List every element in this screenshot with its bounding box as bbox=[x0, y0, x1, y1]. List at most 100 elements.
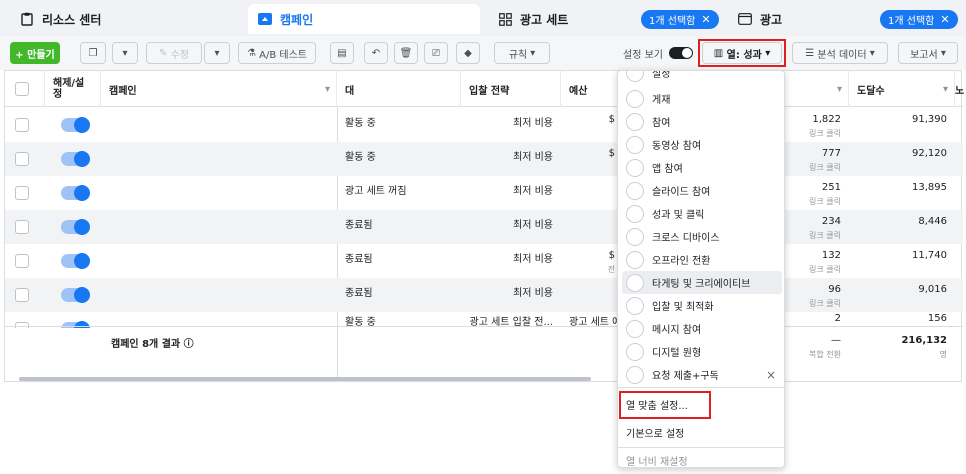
header-reach-label: 도달수 bbox=[857, 85, 885, 97]
horizontal-scrollbar[interactable] bbox=[19, 377, 591, 381]
footer-results: — 복합 전환 bbox=[791, 335, 849, 360]
header-delivery[interactable]: 대 bbox=[337, 71, 461, 107]
row-toggle[interactable] bbox=[61, 253, 90, 269]
close-icon[interactable]: ✕ bbox=[701, 13, 710, 26]
ab-test-label: A/B 테스트 bbox=[259, 49, 307, 61]
cell-budget: $ bbox=[608, 148, 615, 159]
menu-item-label: 오프라인 전환 bbox=[652, 256, 711, 267]
cell-reach: 9,016 bbox=[918, 284, 947, 295]
row-toggle[interactable] bbox=[61, 287, 90, 303]
tag-icon[interactable]: ◆ bbox=[456, 42, 480, 64]
reset-column-width-item[interactable]: 열 너비 재설정 bbox=[618, 449, 784, 468]
row-toggle[interactable] bbox=[61, 151, 90, 167]
toggle-switch[interactable] bbox=[668, 47, 693, 59]
reports-button[interactable]: 보고서 ▾ bbox=[898, 42, 958, 64]
radio-icon bbox=[626, 158, 644, 177]
table-row[interactable]: 종료됨 최저 비용 $ 전 132 링크 클릭 11,740 bbox=[5, 244, 963, 278]
clipboard-icon[interactable]: ▤ bbox=[330, 42, 354, 64]
cell-reach: 91,390 bbox=[912, 114, 947, 125]
menu-item-digital-circle[interactable]: 디지털 원형 bbox=[618, 340, 784, 363]
edit-button[interactable]: ✎ 수정 bbox=[146, 42, 202, 64]
cell-delivery: 종료됨 bbox=[345, 254, 373, 265]
header-results[interactable]: ▾ bbox=[791, 71, 849, 107]
trash-icon[interactable]: 🗑 bbox=[394, 42, 418, 64]
menu-item-partial[interactable]: 실정 bbox=[618, 71, 784, 84]
row-checkbox[interactable] bbox=[15, 288, 29, 302]
chevron-down-icon[interactable]: ▾ bbox=[112, 42, 138, 64]
sort-icon[interactable]: ▾ bbox=[943, 84, 948, 95]
menu-item-performance-clicks[interactable]: 성과 및 클릭 bbox=[618, 202, 784, 225]
table-row[interactable]: 종료됨 최저 비용 96 링크 클릭 9,016 bbox=[5, 278, 963, 312]
tab-label: 리소스 센터 bbox=[42, 12, 102, 27]
radio-icon bbox=[626, 365, 644, 384]
row-toggle[interactable] bbox=[61, 185, 90, 201]
row-toggle[interactable] bbox=[61, 117, 90, 133]
header-reach[interactable]: 도달수 ▾ bbox=[849, 71, 955, 107]
cell-reach: 92,120 bbox=[912, 148, 947, 159]
close-icon[interactable]: ✕ bbox=[940, 13, 949, 26]
select-all-checkbox[interactable] bbox=[15, 82, 29, 96]
menu-item-label: 앱 참여 bbox=[652, 164, 683, 175]
menu-item-app-engagement[interactable]: 앱 참여 bbox=[618, 156, 784, 179]
tab-resource-center[interactable]: 리소스 센터 bbox=[10, 4, 240, 34]
row-toggle[interactable] bbox=[61, 219, 90, 235]
result-sub: 링크 클릭 bbox=[809, 231, 841, 240]
row-checkbox[interactable] bbox=[15, 220, 29, 234]
header-bid-strategy[interactable]: 입찰 전략 bbox=[461, 71, 561, 107]
header-campaign-label: 캠페인 bbox=[109, 85, 137, 97]
preview-icon[interactable]: ⎚ bbox=[424, 42, 448, 64]
header-toggle[interactable]: 해제/설정 bbox=[45, 71, 101, 107]
header-budget[interactable]: 예산 bbox=[561, 71, 623, 107]
create-button[interactable]: + 만들기 bbox=[10, 42, 60, 64]
breakdown-button[interactable]: ☰ 분석 데이터 ▾ bbox=[792, 42, 888, 64]
duplicate-icon[interactable]: ❐ bbox=[80, 42, 106, 64]
radio-icon bbox=[626, 71, 644, 82]
row-checkbox[interactable] bbox=[15, 186, 29, 200]
set-as-default-item[interactable]: 기본으로 설정 bbox=[618, 421, 784, 443]
result-value: 777 bbox=[821, 148, 841, 159]
radio-icon bbox=[626, 296, 644, 315]
ad-set-selection-badge[interactable]: 1개 선택함 ✕ bbox=[641, 10, 719, 29]
sort-icon[interactable]: ▾ bbox=[325, 84, 330, 95]
row-checkbox[interactable] bbox=[15, 254, 29, 268]
radio-icon bbox=[626, 273, 644, 292]
info-icon[interactable]: ⓘ bbox=[184, 339, 194, 350]
rules-button[interactable]: 규칙 ▾ bbox=[494, 42, 550, 64]
cell-results: 132 링크 클릭 bbox=[791, 244, 849, 278]
result-value: 1,822 bbox=[812, 114, 841, 125]
radio-icon bbox=[626, 112, 644, 131]
table-row[interactable]: 활동 중 최저 비용 $ 777 링크 클릭 92,120 bbox=[5, 142, 963, 176]
menu-item-submit-subscribe[interactable]: 요청 제출+구독 × bbox=[618, 363, 784, 386]
table-row[interactable]: 종료됨 최저 비용 234 링크 클릭 8,446 bbox=[5, 210, 963, 244]
menu-item-messaging-engagement[interactable]: 메시지 참여 bbox=[618, 317, 784, 340]
menu-item-carousel-engagement[interactable]: 슬라이드 참여 bbox=[618, 179, 784, 202]
sort-icon[interactable]: ▾ bbox=[837, 84, 842, 95]
row-checkbox[interactable] bbox=[15, 152, 29, 166]
chevron-down-icon[interactable]: ▾ bbox=[204, 42, 230, 64]
rules-label: 규칙 bbox=[508, 49, 528, 61]
table-row[interactable]: 광고 세트 꺼짐 최저 비용 251 링크 클릭 13,895 bbox=[5, 176, 963, 210]
close-icon[interactable]: × bbox=[766, 368, 776, 382]
row-checkbox[interactable] bbox=[15, 118, 29, 132]
footer-summary: 캠페인 8개 결과 ⓘ bbox=[111, 335, 194, 350]
cell-budget bbox=[561, 176, 623, 210]
view-setup-toggle[interactable]: 설정 보기 bbox=[618, 42, 698, 64]
menu-item-targeting-creative[interactable]: 타게팅 및 크리에이티브 bbox=[622, 271, 782, 294]
grid-icon bbox=[498, 12, 512, 26]
header-campaign[interactable]: 캠페인 ▾ bbox=[101, 71, 337, 107]
menu-item-engagement[interactable]: 참여 bbox=[618, 110, 784, 133]
menu-item-cross-device[interactable]: 크로스 디바이스 bbox=[618, 225, 784, 248]
menu-item-delivery[interactable]: 게재 bbox=[618, 87, 784, 110]
undo-icon[interactable]: ↶ bbox=[364, 42, 388, 64]
cell-bid: 최저 비용 bbox=[513, 186, 553, 197]
menu-item-bidding-optimization[interactable]: 입찰 및 최적화 bbox=[618, 294, 784, 317]
breakdown-icon: ☰ bbox=[805, 47, 818, 59]
cell-delivery: 활동 중 bbox=[345, 152, 376, 163]
menu-item-offline-conversions[interactable]: 오프라인 전환 bbox=[618, 248, 784, 271]
ab-test-button[interactable]: ⚗ A/B 테스트 bbox=[238, 42, 316, 64]
table-row[interactable]: 활동 중 최저 비용 $ 1,822 링크 클릭 91,390 bbox=[5, 108, 963, 142]
ad-selection-badge[interactable]: 1개 선택함 ✕ bbox=[880, 10, 958, 29]
menu-item-video-engagement[interactable]: 동영상 참여 bbox=[618, 133, 784, 156]
reports-label: 보고서 bbox=[910, 49, 938, 61]
tab-campaigns[interactable]: 캠페인 bbox=[248, 4, 480, 34]
